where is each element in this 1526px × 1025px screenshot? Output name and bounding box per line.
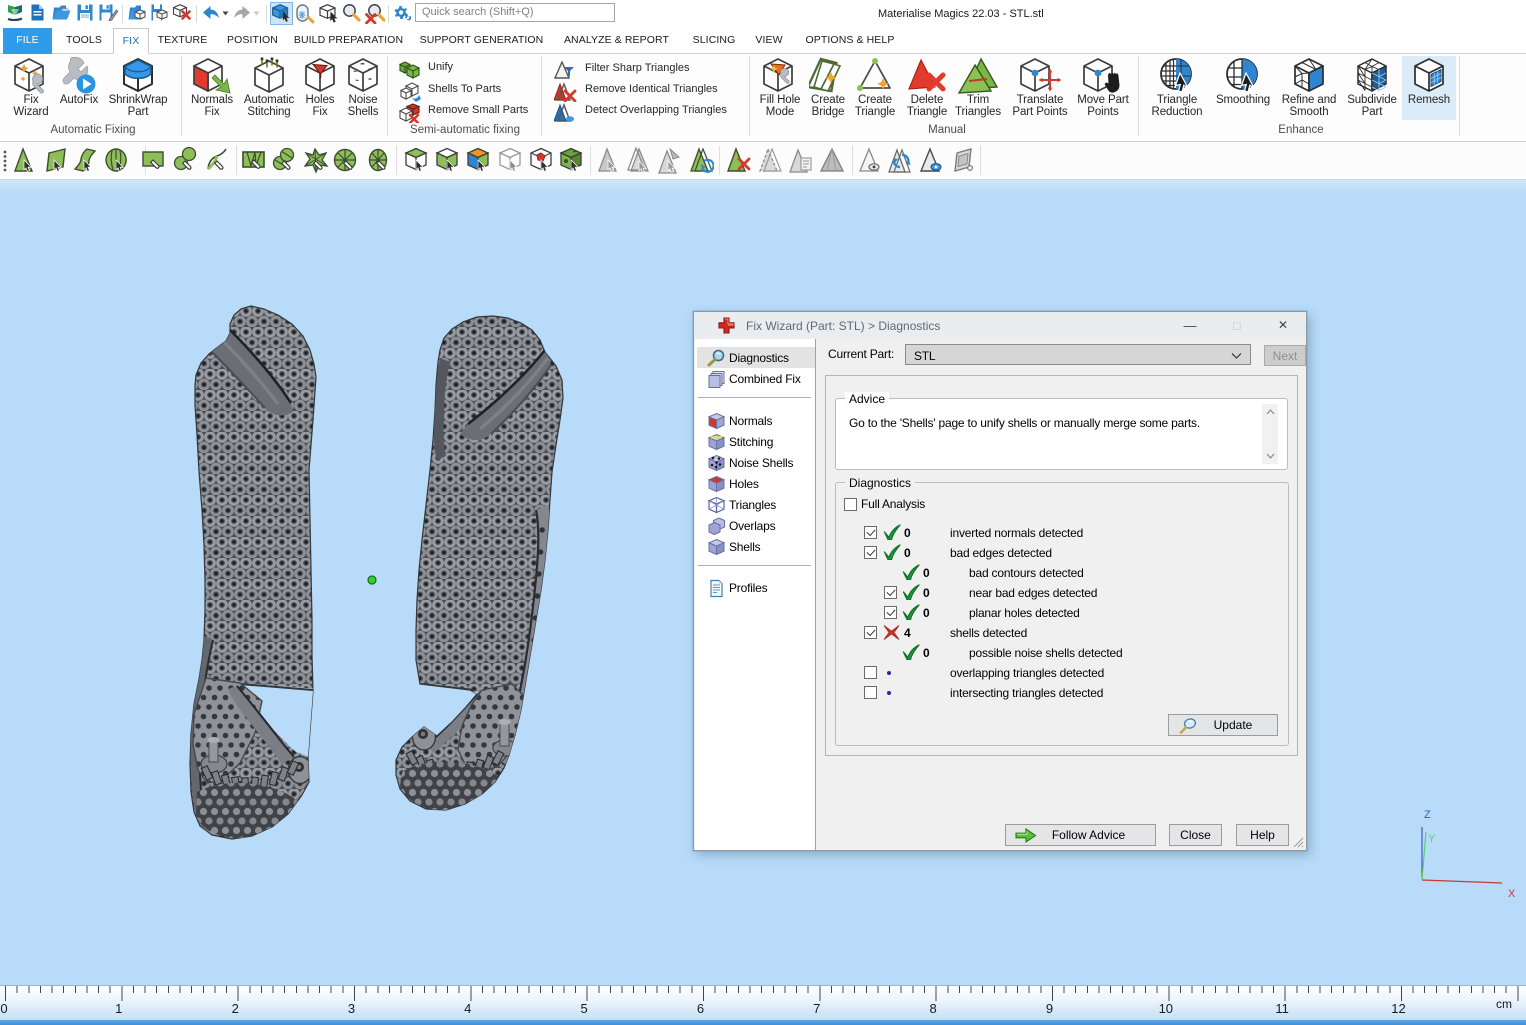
svg-text:Y: Y [1428, 833, 1436, 845]
svg-text:X: X [1508, 888, 1516, 900]
svg-text:Z: Z [1424, 809, 1431, 821]
